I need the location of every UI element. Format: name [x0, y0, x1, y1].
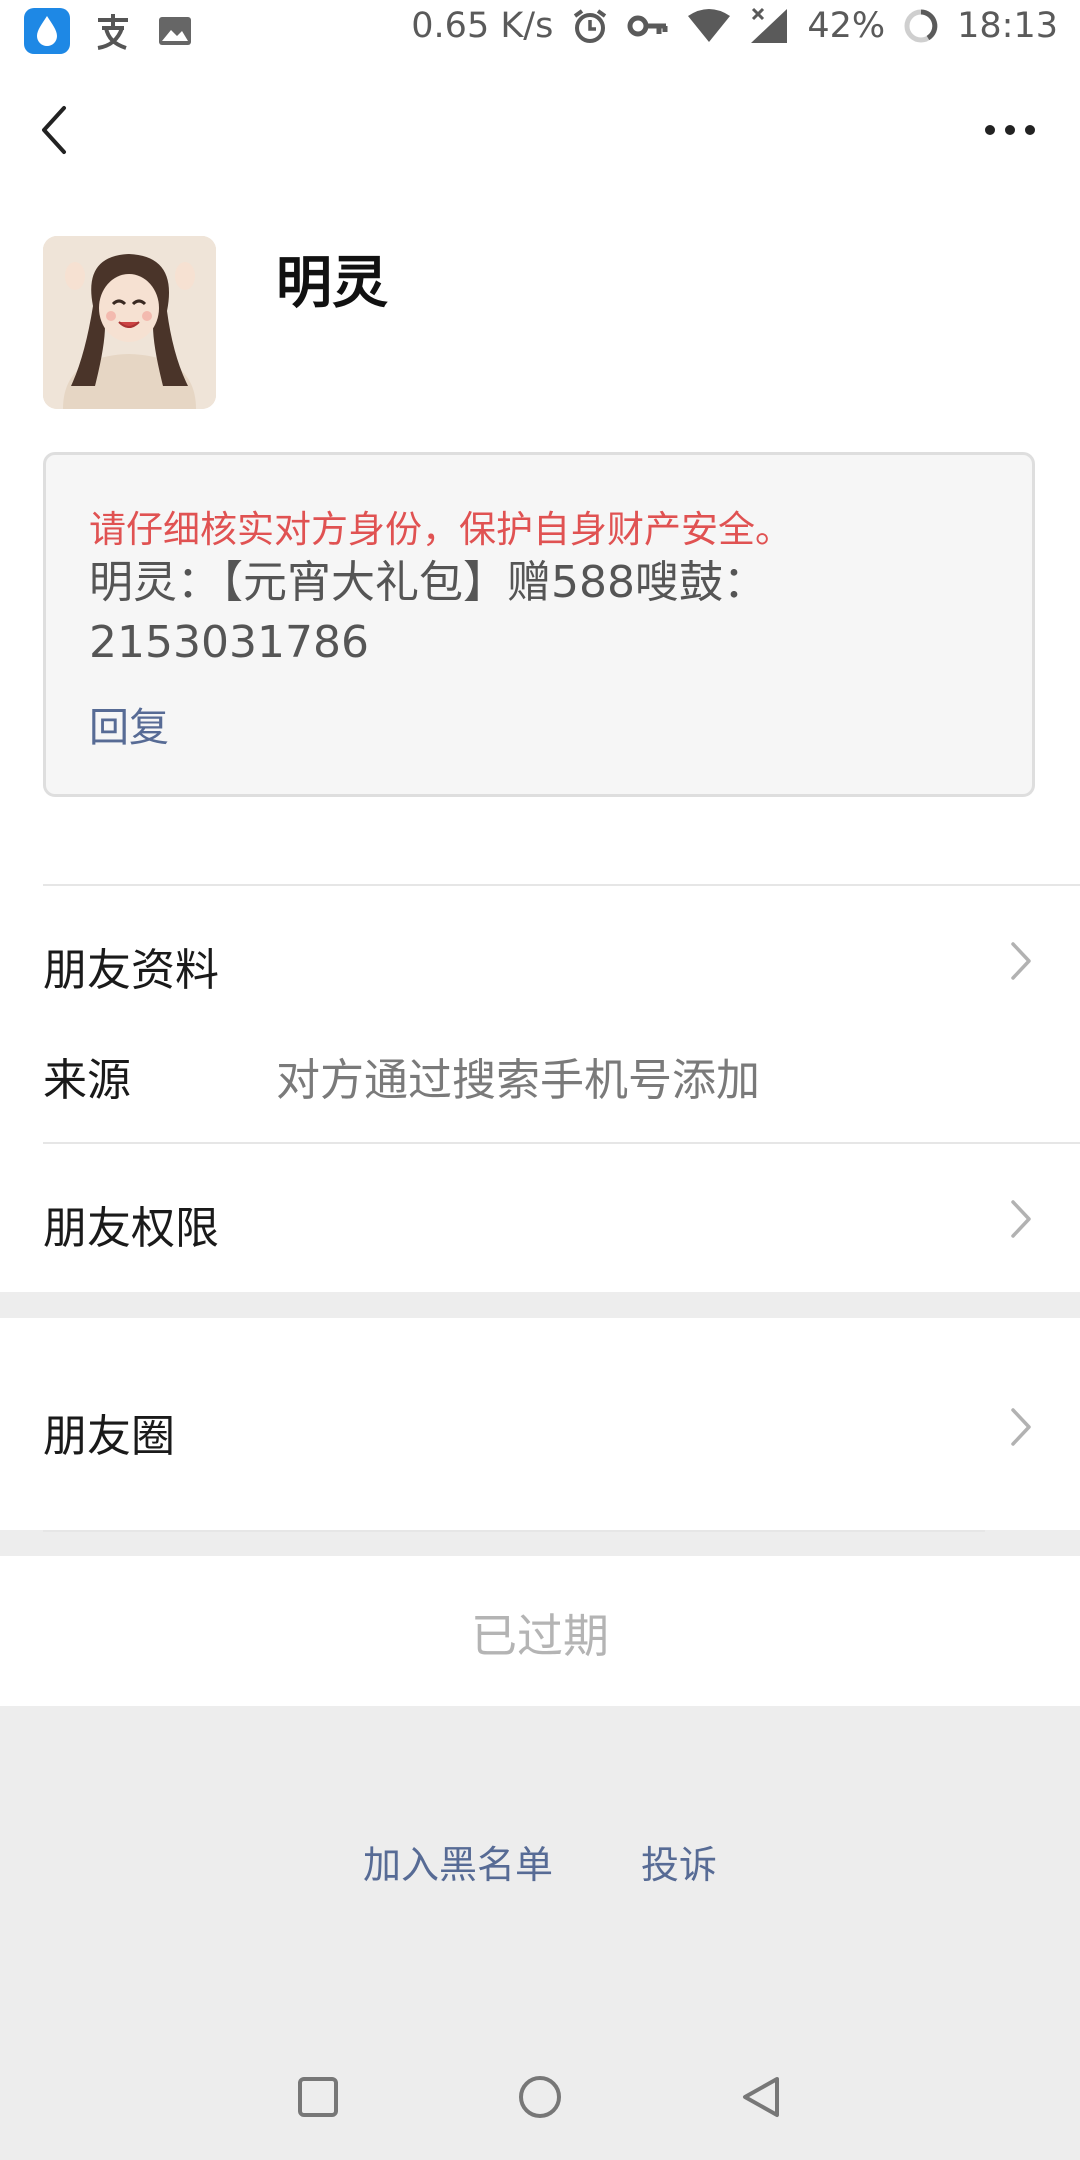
circle-nav-icon[interactable] [515, 2072, 565, 2122]
safety-warning: 请仔细核实对方身份，保护自身财产安全。 [89, 508, 792, 551]
wifi-icon [687, 8, 731, 44]
status-bar: 0.65 K/s 42% 18:13 [0, 0, 1080, 64]
key-icon [627, 11, 669, 41]
add-to-blacklist-link[interactable]: 加入黑名单 [363, 1834, 553, 1889]
back-arrow-icon[interactable] [34, 102, 74, 158]
friend-info-row[interactable]: 朋友资料 [43, 934, 219, 998]
divider [43, 1530, 985, 1532]
alarm-icon [571, 7, 609, 45]
image-icon [156, 12, 194, 50]
source-label: 来源 [43, 1055, 131, 1106]
verification-message: 明灵：【元宵大礼包】赠588嗖鼓：2153031786 [89, 557, 767, 668]
message-card: 请仔细核实对方身份，保护自身财产安全。 明灵：【元宵大礼包】赠588嗖鼓：215… [43, 452, 1035, 797]
chevron-right-icon [1011, 1408, 1031, 1446]
divider [43, 1142, 1080, 1144]
report-link[interactable]: 投诉 [641, 1834, 717, 1889]
water-drop-app-icon [24, 8, 70, 54]
friend-permissions-row[interactable]: 朋友权限 [43, 1192, 219, 1256]
moments-row[interactable]: 朋友圈 [43, 1400, 175, 1464]
avatar[interactable] [43, 236, 216, 409]
battery-percent: 42% [807, 6, 886, 46]
chevron-right-icon [1011, 942, 1031, 980]
square-nav-icon[interactable] [293, 2072, 343, 2122]
expired-button: 已过期 [471, 1609, 609, 1663]
reply-link[interactable]: 回复 [89, 695, 169, 753]
divider [43, 884, 1080, 886]
top-nav-bar [0, 64, 1080, 194]
triangle-back-nav-icon[interactable] [737, 2072, 787, 2122]
alipay-icon [92, 10, 134, 52]
battery-ring-icon [903, 8, 939, 44]
contact-name: 明灵 [276, 251, 388, 316]
network-speed: 0.65 K/s [411, 6, 554, 46]
clock: 18:13 [957, 6, 1058, 46]
cell-signal-icon [749, 7, 789, 45]
source-value: 对方通过搜索手机号添加 [276, 1055, 760, 1106]
chevron-right-icon [1011, 1200, 1031, 1238]
more-dots-icon[interactable] [982, 120, 1038, 140]
